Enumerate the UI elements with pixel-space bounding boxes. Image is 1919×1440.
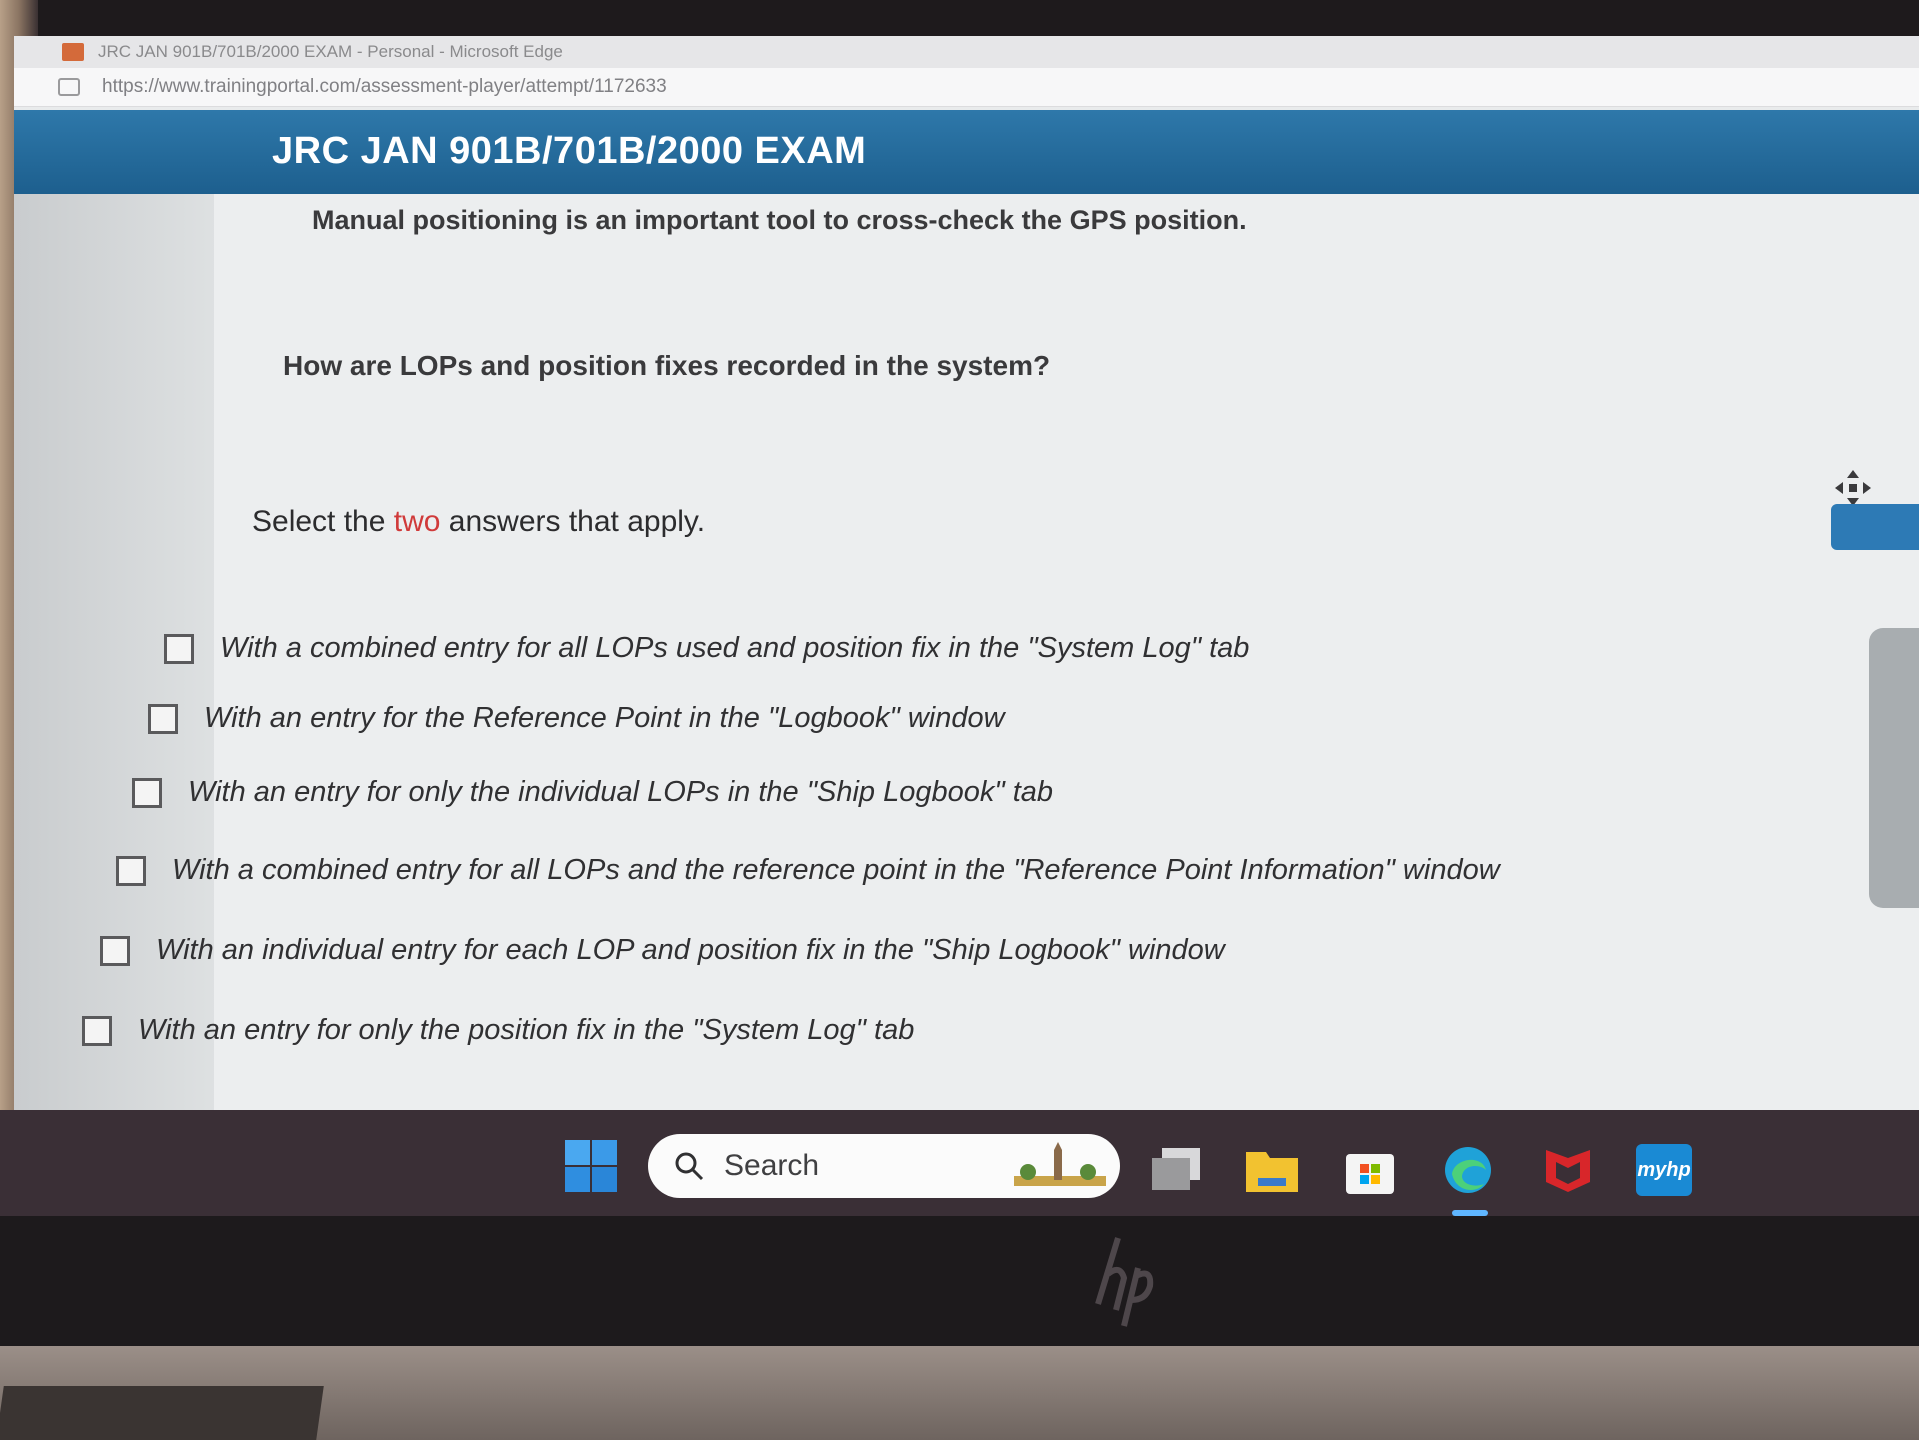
question-instruction: Select the two answers that apply. (252, 505, 705, 539)
instruction-prefix: Select the (252, 505, 394, 538)
exam-title: JRC JAN 901B/701B/2000 EXAM (272, 130, 867, 172)
laptop-bottom-bezel (0, 1216, 1919, 1346)
question-intro: Manual positioning is an important tool … (312, 205, 1247, 235)
answer-checkbox[interactable] (148, 703, 178, 734)
myhp-icon[interactable]: myhp (1636, 1144, 1692, 1196)
site-favicon-icon (62, 43, 84, 61)
answer-option-5[interactable]: With an individual entry for each LOP an… (100, 934, 1225, 967)
lock-icon[interactable] (58, 78, 80, 96)
answer-checkbox[interactable] (82, 1015, 112, 1046)
answer-label[interactable]: With a combined entry for all LOPs used … (220, 632, 1249, 665)
edge-icon[interactable] (1440, 1144, 1496, 1196)
address-bar[interactable]: https://www.trainingportal.com/assessmen… (14, 68, 1919, 107)
answer-option-1[interactable]: With a combined entry for all LOPs used … (164, 632, 1249, 665)
answer-label[interactable]: With an entry for only the position fix … (138, 1014, 914, 1047)
answer-label[interactable]: With a combined entry for all LOPs and t… (172, 854, 1500, 887)
myhp-label: myhp (1637, 1158, 1691, 1181)
laptop-hinge (0, 1386, 324, 1440)
exam-header: JRC JAN 901B/701B/2000 EXAM (14, 110, 1919, 194)
answer-option-3[interactable]: With an entry for only the individual LO… (132, 776, 1053, 809)
search-highlight-icon (1014, 1142, 1106, 1186)
answer-checkbox[interactable] (132, 777, 162, 808)
file-explorer-icon[interactable] (1244, 1144, 1300, 1196)
search-icon (675, 1152, 704, 1181)
answer-checkbox[interactable] (100, 935, 130, 966)
question-text: How are LOPs and position fixes recorded… (283, 350, 1051, 381)
answer-checkbox[interactable] (164, 633, 194, 664)
side-panel[interactable] (1869, 628, 1919, 908)
laptop-bezel-top (0, 0, 1919, 36)
answer-checkbox[interactable] (116, 855, 146, 886)
mcafee-icon[interactable] (1540, 1144, 1596, 1196)
instruction-suffix: answers that apply. (440, 505, 706, 538)
search-label: Search (724, 1149, 820, 1182)
taskbar-search-box[interactable]: Search (648, 1134, 1120, 1198)
browser-title-bar: JRC JAN 901B/701B/2000 EXAM - Personal -… (14, 36, 1919, 69)
answer-label[interactable]: With an entry for the Reference Point in… (204, 702, 1005, 735)
answer-option-4[interactable]: With a combined entry for all LOPs and t… (116, 854, 1500, 887)
task-view-icon[interactable] (1148, 1144, 1204, 1196)
answer-label[interactable]: With an individual entry for each LOP an… (156, 934, 1225, 967)
url-text[interactable]: https://www.trainingportal.com/assessmen… (102, 76, 667, 98)
answer-label[interactable]: With an entry for only the individual LO… (188, 776, 1053, 809)
microsoft-store-icon[interactable] (1342, 1144, 1398, 1196)
answer-option-2[interactable]: With an entry for the Reference Point in… (148, 702, 1005, 735)
instruction-highlight: two (393, 505, 441, 538)
hp-logo-icon (1095, 1237, 1154, 1327)
windows-start-icon[interactable] (563, 1138, 619, 1194)
side-nav-button[interactable] (1831, 504, 1919, 550)
move-icon[interactable] (1833, 468, 1873, 508)
answer-option-6[interactable]: With an entry for only the position fix … (82, 1014, 914, 1047)
browser-window-title: JRC JAN 901B/701B/2000 EXAM - Personal -… (98, 42, 563, 61)
